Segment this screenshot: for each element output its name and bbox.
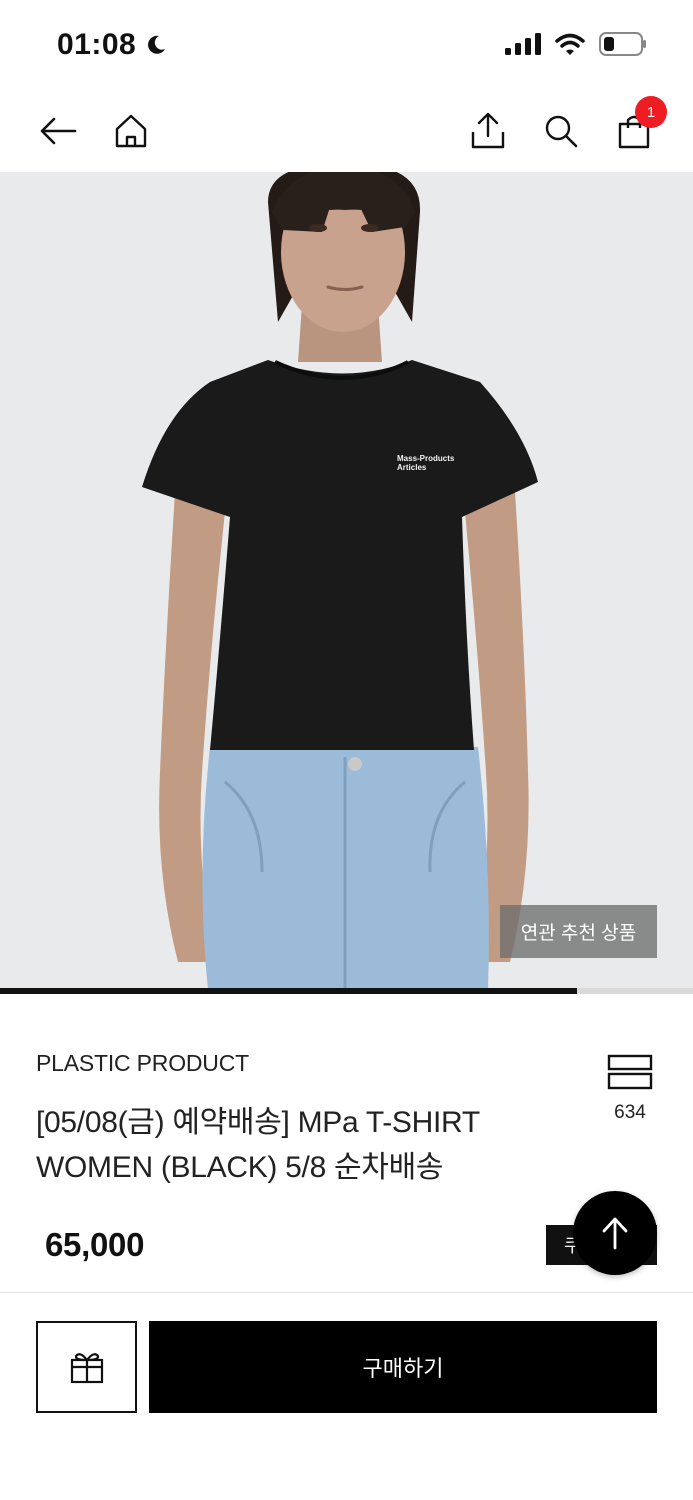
wishlist-button[interactable]: 634 (606, 1054, 654, 1124)
signal-icon (505, 33, 541, 55)
arrow-up-icon (602, 1217, 628, 1250)
shirt-print-line1: Mass-Products (397, 454, 455, 463)
product-title-line1: [05/08(금) 예약배송] MPa T-SHIRT (36, 1106, 480, 1139)
search-button[interactable] (538, 108, 584, 154)
status-time: 01:08 (57, 28, 168, 62)
back-button[interactable] (35, 108, 81, 154)
search-icon (545, 115, 578, 148)
cart-button[interactable]: 1 (611, 96, 667, 154)
product-image-gallery[interactable]: Mass-Products Articles 연관 추천 상품 (0, 172, 693, 990)
status-bar: 01:08 (0, 0, 693, 90)
home-icon (115, 114, 147, 148)
product-title: [05/08(금) 예약배송] MPa T-SHIRT WOMEN (BLACK… (36, 1100, 536, 1190)
gallery-progress-fill (0, 988, 578, 994)
shirt-print-line2: Articles (397, 463, 427, 472)
back-arrow-icon (40, 117, 77, 145)
nav-bar: 1 (0, 90, 693, 172)
moon-icon (148, 35, 166, 54)
gallery-progress-bar (0, 988, 693, 994)
status-indicators (505, 32, 647, 56)
scroll-to-top-button[interactable] (573, 1191, 657, 1275)
bookmark-icon (607, 1054, 653, 1090)
status-time-text: 01:08 (57, 28, 137, 61)
product-price: 65,000 (45, 1226, 145, 1263)
related-products-button[interactable]: 연관 추천 상품 (500, 905, 657, 958)
home-button[interactable] (108, 108, 154, 154)
product-title-line2: WOMEN (BLACK) 5/8 순차배송 (36, 1151, 444, 1184)
bottom-divider (0, 1292, 693, 1293)
buy-button[interactable]: 구매하기 (149, 1321, 657, 1413)
gift-button[interactable] (36, 1321, 137, 1413)
brand-name[interactable]: PLASTIC PRODUCT (36, 1050, 249, 1077)
battery-icon (599, 32, 646, 56)
product-photo: Mass-Products Articles (0, 172, 693, 990)
wifi-icon (555, 33, 585, 55)
cart-badge: 1 (635, 96, 667, 128)
gift-icon (70, 1353, 103, 1384)
share-icon (471, 112, 505, 149)
wishlist-count: 634 (614, 1102, 646, 1123)
share-button[interactable] (465, 108, 511, 154)
